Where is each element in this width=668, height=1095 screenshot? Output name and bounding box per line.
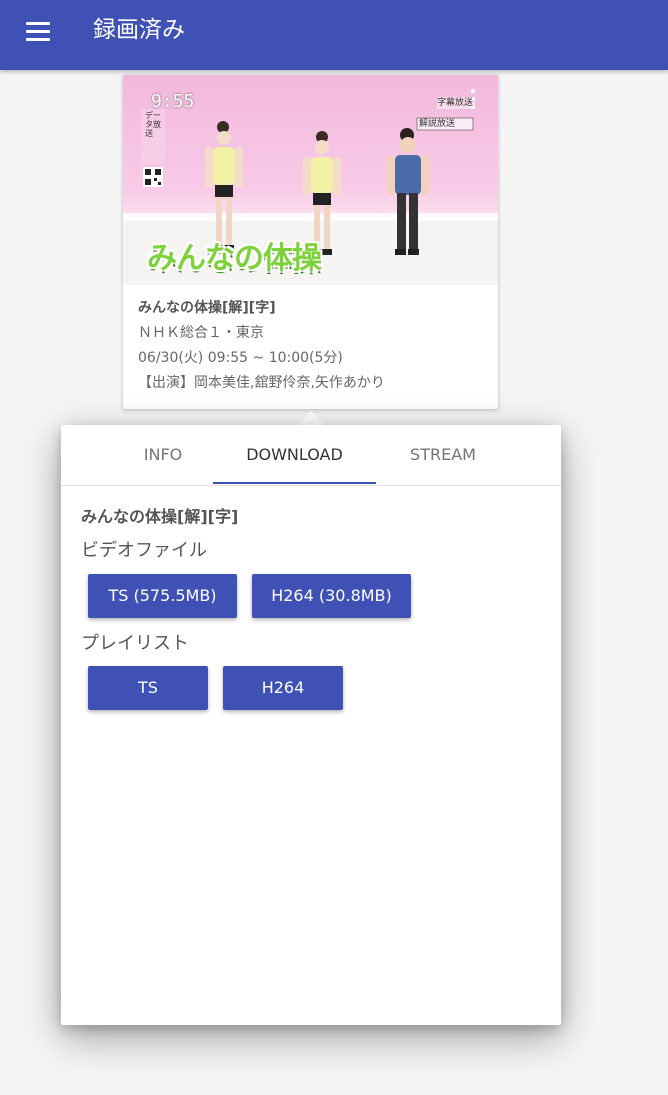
playlist-ts-button[interactable]: TS bbox=[88, 666, 208, 710]
recording-title: みんなの体操[解][字] bbox=[138, 300, 276, 316]
page-title: 録画済み bbox=[93, 17, 185, 43]
playlist-label: プレイリスト bbox=[81, 633, 189, 654]
download-h264-button[interactable]: H264 (30.8MB) bbox=[252, 574, 411, 618]
recording-details: みんなの体操[解][字] ＮＨＫ総合１・東京 06/30(火) 09:55 ~ … bbox=[138, 297, 488, 396]
video-file-label: ビデオファイル bbox=[81, 540, 207, 561]
app-bar: 録画済み bbox=[0, 0, 668, 70]
dialog-pointer bbox=[298, 411, 324, 425]
active-tab-indicator bbox=[213, 482, 376, 484]
thumbnail-clock: 9:55 bbox=[151, 91, 195, 112]
thumbnail-side-text: データ放送 bbox=[145, 111, 161, 138]
thumbnail-badge-top: 字幕放送 bbox=[437, 98, 474, 108]
tab-info[interactable]: INFO bbox=[93, 425, 233, 485]
tab-stream[interactable]: STREAM bbox=[376, 425, 510, 485]
thumbnail-logo: みんなの体操 bbox=[147, 241, 322, 276]
tab-download[interactable]: DOWNLOAD bbox=[213, 425, 376, 485]
recording-menu-dialog: INFO DOWNLOAD STREAM みんなの体操[解][字] ビデオファイ… bbox=[61, 425, 561, 1025]
dialog-tabs: INFO DOWNLOAD STREAM bbox=[61, 425, 561, 486]
hamburger-menu-icon[interactable] bbox=[26, 22, 50, 42]
recording-card[interactable]: 9:55 字幕放送 解説放送 データ放送 みんなの体操 みんなの体操[解][字]… bbox=[123, 75, 498, 409]
download-ts-button[interactable]: TS (575.5MB) bbox=[88, 574, 237, 618]
dialog-title: みんなの体操[解][字] bbox=[81, 507, 239, 526]
recording-time: 06/30(火) 09:55 ~ 10:00(5分) bbox=[138, 350, 343, 366]
recording-thumbnail[interactable]: 9:55 字幕放送 解説放送 データ放送 みんなの体操 bbox=[123, 75, 498, 285]
thumbnail-badge-bottom: 解説放送 bbox=[419, 119, 456, 129]
recording-cast: 【出演】岡本美佳,舘野伶奈,矢作あかり bbox=[138, 375, 385, 391]
recording-channel: ＮＨＫ総合１・東京 bbox=[138, 325, 264, 341]
playlist-h264-button[interactable]: H264 bbox=[223, 666, 343, 710]
